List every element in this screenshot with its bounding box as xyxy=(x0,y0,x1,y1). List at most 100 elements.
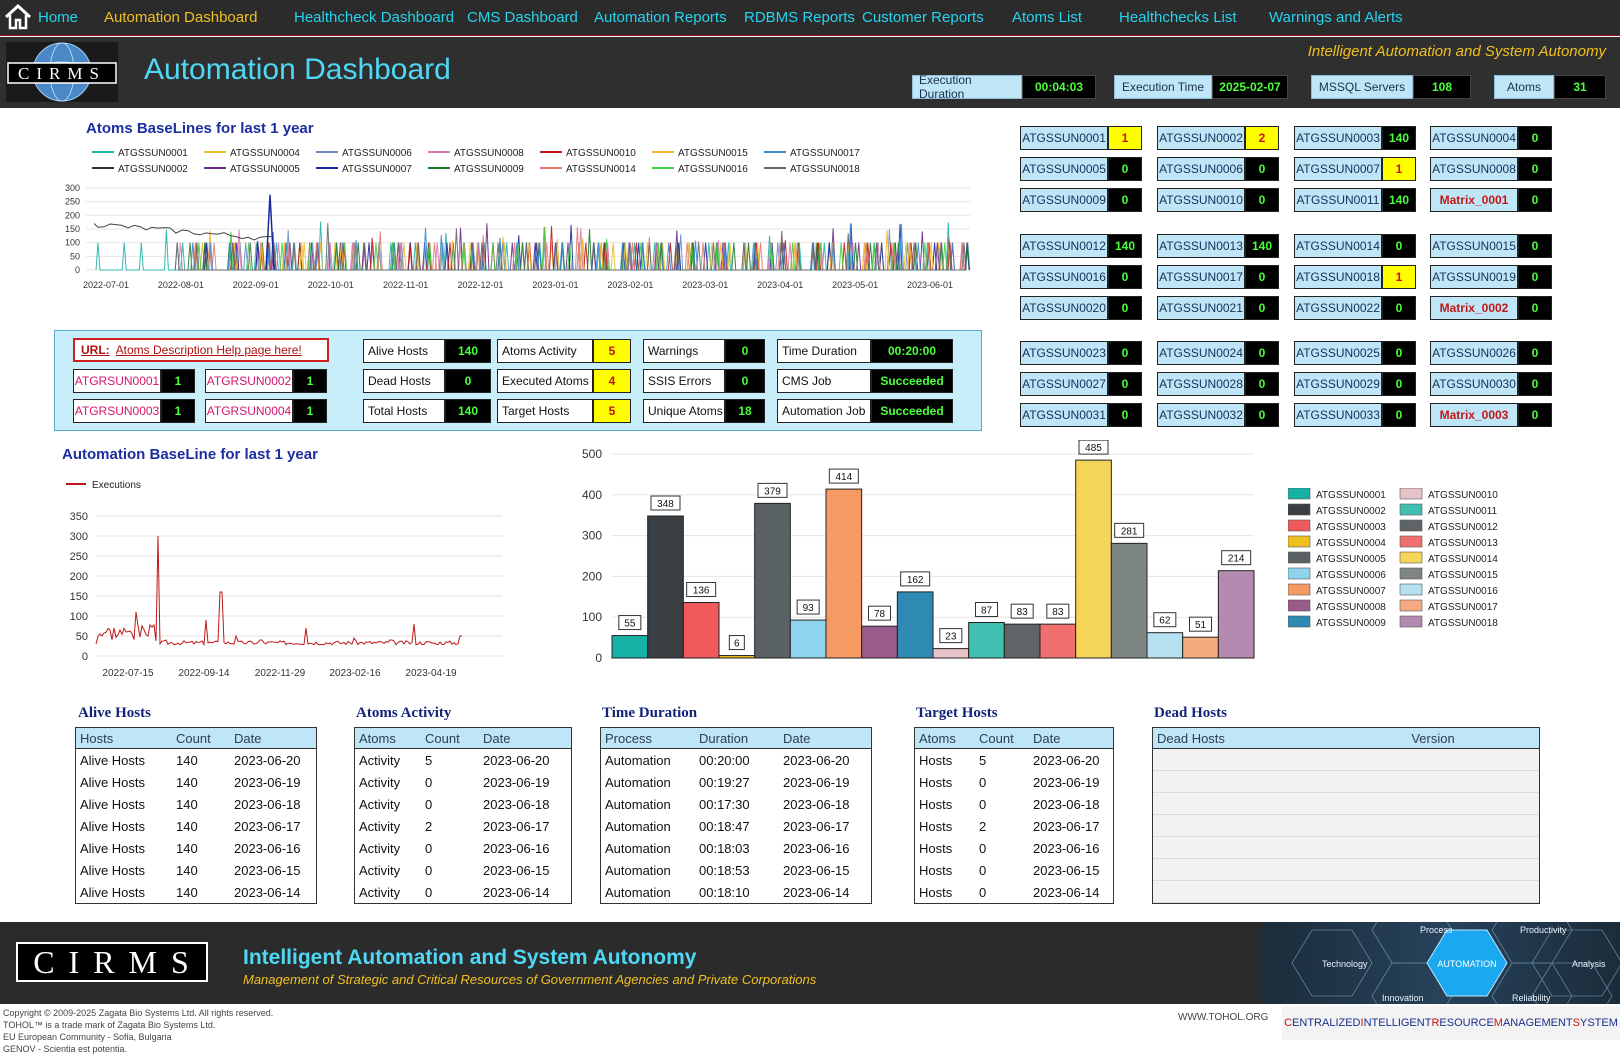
atom-cell[interactable]: ATGSSUN0018 1 xyxy=(1294,265,1416,289)
atom-name[interactable]: ATGSSUN0014 xyxy=(1294,234,1382,258)
bar-atgssun0013[interactable] xyxy=(1039,623,1077,659)
bar-atgssun0007[interactable] xyxy=(825,488,863,659)
nav-rdbms-reports[interactable]: RDBMS Reports xyxy=(744,9,855,26)
atom-name[interactable]: ATGSSUN0016 xyxy=(1020,265,1108,289)
bar-atgssun0001[interactable] xyxy=(611,635,649,659)
atom-cell[interactable]: ATGSSUN0024 0 xyxy=(1157,341,1279,365)
column-header[interactable]: Date xyxy=(1029,731,1113,746)
atgr-name[interactable]: ATGRSUN0004 xyxy=(205,399,293,423)
atom-cell[interactable]: ATGSSUN0027 0 xyxy=(1020,372,1142,396)
column-header[interactable]: Date xyxy=(779,731,871,746)
nav-home[interactable]: Home xyxy=(38,9,78,26)
bar-atgssun0017[interactable] xyxy=(1182,636,1219,659)
atom-name[interactable]: ATGSSUN0003 xyxy=(1294,126,1382,150)
atom-cell[interactable]: ATGSSUN0023 0 xyxy=(1020,341,1142,365)
column-header[interactable]: Count xyxy=(172,731,230,746)
column-header[interactable]: Hosts xyxy=(76,731,172,746)
atom-name[interactable]: ATGSSUN0019 xyxy=(1430,265,1518,289)
atom-name[interactable]: ATGSSUN0021 xyxy=(1157,296,1245,320)
nav-atoms-list[interactable]: Atoms List xyxy=(1012,9,1082,26)
atgr-cell[interactable]: ATGRSUN0002 1 xyxy=(205,369,327,393)
atom-cell[interactable]: ATGSSUN0004 0 xyxy=(1430,126,1552,150)
atom-name[interactable]: ATGSSUN0006 xyxy=(1157,157,1245,181)
column-header[interactable]: Duration xyxy=(695,731,779,746)
bar-atgssun0015[interactable] xyxy=(1110,542,1148,659)
atom-name[interactable]: ATGSSUN0025 xyxy=(1294,341,1382,365)
atom-name[interactable]: Matrix_0003 xyxy=(1430,403,1518,427)
bar-atgssun0004[interactable] xyxy=(718,655,756,659)
atom-name[interactable]: ATGSSUN0033 xyxy=(1294,403,1382,427)
atom-cell[interactable]: ATGSSUN0007 1 xyxy=(1294,157,1416,181)
bar-atgssun0008[interactable] xyxy=(861,625,898,659)
column-header[interactable]: Date xyxy=(230,731,316,746)
atom-cell[interactable]: ATGSSUN0015 0 xyxy=(1430,234,1552,258)
atom-cell[interactable]: ATGSSUN0031 0 xyxy=(1020,403,1142,427)
atom-cell[interactable]: ATGSSUN0021 0 xyxy=(1157,296,1279,320)
bar-atgssun0016[interactable] xyxy=(1146,632,1184,659)
column-header[interactable]: Version xyxy=(1323,731,1539,746)
atom-name[interactable]: ATGSSUN0001 xyxy=(1020,126,1108,150)
bar-atgssun0014[interactable] xyxy=(1075,459,1112,659)
column-header[interactable]: Atoms xyxy=(915,731,975,746)
atom-name[interactable]: ATGSSUN0002 xyxy=(1157,126,1245,150)
column-header[interactable]: Dead Hosts xyxy=(1153,731,1323,746)
atom-cell[interactable]: ATGSSUN0003 140 xyxy=(1294,126,1416,150)
bar-atgssun0005[interactable] xyxy=(754,502,791,659)
atom-cell[interactable]: ATGSSUN0032 0 xyxy=(1157,403,1279,427)
bar-atgssun0009[interactable] xyxy=(896,591,934,659)
bar-atgssun0003[interactable] xyxy=(682,602,720,659)
atom-name[interactable]: ATGSSUN0026 xyxy=(1430,341,1518,365)
atom-name[interactable]: ATGSSUN0011 xyxy=(1294,188,1382,212)
atom-name[interactable]: ATGSSUN0007 xyxy=(1294,157,1382,181)
atom-cell[interactable]: ATGSSUN0011 140 xyxy=(1294,188,1416,212)
atom-name[interactable]: Matrix_0002 xyxy=(1430,296,1518,320)
atom-cell[interactable]: ATGSSUN0029 0 xyxy=(1294,372,1416,396)
atom-name[interactable]: ATGSSUN0028 xyxy=(1157,372,1245,396)
atgr-cell[interactable]: ATGRSUN0003 1 xyxy=(73,399,195,423)
atom-cell[interactable]: Matrix_0001 0 xyxy=(1430,188,1552,212)
atom-name[interactable]: ATGSSUN0004 xyxy=(1430,126,1518,150)
atom-name[interactable]: ATGSSUN0013 xyxy=(1157,234,1245,258)
atom-name[interactable]: ATGSSUN0027 xyxy=(1020,372,1108,396)
atom-cell[interactable]: ATGSSUN0033 0 xyxy=(1294,403,1416,427)
atom-name[interactable]: ATGSSUN0009 xyxy=(1020,188,1108,212)
atom-name[interactable]: ATGSSUN0029 xyxy=(1294,372,1382,396)
atom-name[interactable]: ATGSSUN0024 xyxy=(1157,341,1245,365)
atgr-cell[interactable]: ATGRSUN0004 1 xyxy=(205,399,327,423)
atom-cell[interactable]: ATGSSUN0019 0 xyxy=(1430,265,1552,289)
nav-automation-dashboard[interactable]: Automation Dashboard xyxy=(104,9,257,26)
column-header[interactable]: Atoms xyxy=(355,731,421,746)
atgr-name[interactable]: ATGRSUN0003 xyxy=(73,399,161,423)
atgr-name[interactable]: ATGRSUN0002 xyxy=(205,369,293,393)
bar-atgssun0006[interactable] xyxy=(789,619,827,659)
atom-cell[interactable]: ATGSSUN0028 0 xyxy=(1157,372,1279,396)
nav-warnings-and-alerts[interactable]: Warnings and Alerts xyxy=(1269,9,1403,26)
atom-cell[interactable]: ATGSSUN0025 0 xyxy=(1294,341,1416,365)
atom-name[interactable]: ATGSSUN0022 xyxy=(1294,296,1382,320)
atom-cell[interactable]: ATGSSUN0010 0 xyxy=(1157,188,1279,212)
atom-name[interactable]: ATGSSUN0010 xyxy=(1157,188,1245,212)
atom-name[interactable]: ATGSSUN0012 xyxy=(1020,234,1108,258)
atom-name[interactable]: ATGSSUN0031 xyxy=(1020,403,1108,427)
nav-healthchecks-list[interactable]: Healthchecks List xyxy=(1119,9,1237,26)
atgr-name[interactable]: ATGRSUN0001 xyxy=(73,369,161,393)
atgr-cell[interactable]: ATGRSUN0001 1 xyxy=(73,369,195,393)
column-header[interactable]: Process xyxy=(601,731,695,746)
site-link[interactable]: WWW.TOHOL.ORG xyxy=(1178,1012,1268,1023)
atom-cell[interactable]: ATGSSUN0017 0 xyxy=(1157,265,1279,289)
nav-cms-dashboard[interactable]: CMS Dashboard xyxy=(467,9,578,26)
atom-cell[interactable]: ATGSSUN0008 0 xyxy=(1430,157,1552,181)
atom-cell[interactable]: ATGSSUN0026 0 xyxy=(1430,341,1552,365)
bar-atgssun0010[interactable] xyxy=(932,648,970,659)
atom-name[interactable]: ATGSSUN0023 xyxy=(1020,341,1108,365)
nav-customer-reports[interactable]: Customer Reports xyxy=(862,9,984,26)
atom-name[interactable]: ATGSSUN0005 xyxy=(1020,157,1108,181)
atom-cell[interactable]: Matrix_0003 0 xyxy=(1430,403,1552,427)
atom-cell[interactable]: ATGSSUN0020 0 xyxy=(1020,296,1142,320)
atom-name[interactable]: ATGSSUN0015 xyxy=(1430,234,1518,258)
help-page-link[interactable]: Atoms Description Help page here! xyxy=(116,343,302,357)
atom-name[interactable]: ATGSSUN0018 xyxy=(1294,265,1382,289)
atom-cell[interactable]: ATGSSUN0009 0 xyxy=(1020,188,1142,212)
column-header[interactable]: Count xyxy=(975,731,1029,746)
column-header[interactable]: Count xyxy=(421,731,479,746)
